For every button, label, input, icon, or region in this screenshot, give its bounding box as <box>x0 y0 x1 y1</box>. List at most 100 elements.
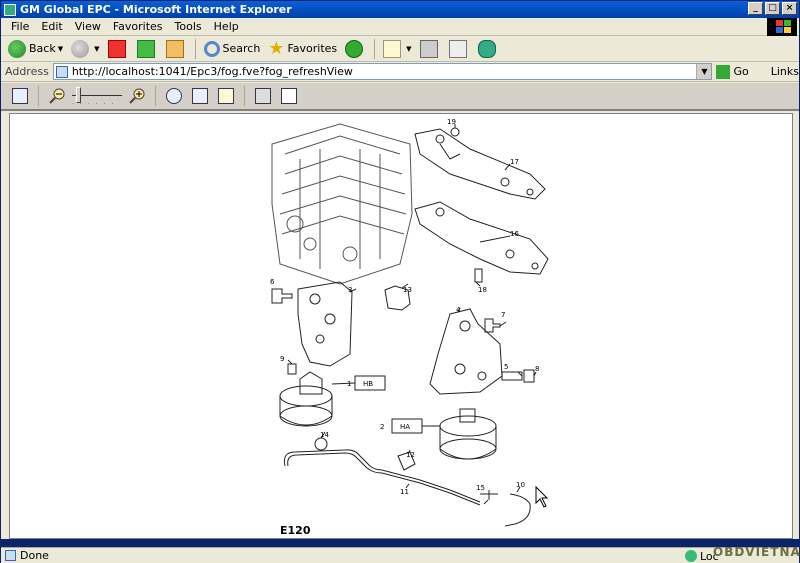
back-dropdown-icon[interactable]: ▼ <box>58 45 63 53</box>
bolt-9 <box>287 363 297 375</box>
status-page-icon <box>5 550 16 561</box>
mail-dropdown-icon[interactable]: ▼ <box>406 45 411 53</box>
zone-icon <box>685 550 697 562</box>
nut-19 <box>450 127 460 137</box>
print-icon <box>419 39 438 58</box>
forward-dropdown-icon[interactable]: ▼ <box>94 45 99 53</box>
nut-8 <box>523 369 535 383</box>
callout-14: 14 <box>320 431 329 439</box>
maximize-button[interactable]: □ <box>765 2 780 15</box>
washer-14 <box>314 437 328 451</box>
go-label: Go <box>733 65 749 78</box>
favorites-button[interactable]: ★ Favorites <box>265 38 340 60</box>
minimize-button[interactable]: _ <box>748 2 763 15</box>
menu-favorites[interactable]: Favorites <box>107 20 169 33</box>
label-ha: HA <box>400 423 410 431</box>
callout-4: 4 <box>456 306 461 314</box>
bolt-18 <box>474 268 483 283</box>
stop-button[interactable] <box>105 38 132 60</box>
title-bar[interactable]: GM Global EPC - Microsoft Internet Explo… <box>1 1 799 18</box>
messenger-icon <box>477 39 496 58</box>
go-arrow-icon <box>716 64 731 79</box>
toolbar-separator <box>374 38 376 59</box>
callout-8: 8 <box>535 365 539 373</box>
search-icon <box>203 40 220 57</box>
go-button[interactable]: Go <box>716 64 749 79</box>
pan-icon <box>166 88 182 104</box>
diagram-code: E120 <box>280 524 311 537</box>
callout-9: 9 <box>280 355 284 363</box>
edit-icon <box>448 39 467 58</box>
zoom-window-button[interactable] <box>189 85 211 107</box>
address-bar: Address http://localhost:1041/Epc3/fog.f… <box>1 62 799 82</box>
callout-3: 3 <box>348 286 352 294</box>
export-button[interactable] <box>278 85 300 107</box>
callout-2: 2 <box>380 423 384 431</box>
toolbar-separator <box>194 38 196 59</box>
menu-bar: File Edit View Favorites Tools Help <box>1 18 799 36</box>
fit-page-icon <box>12 88 28 104</box>
callout-13: 13 <box>403 286 412 294</box>
fit-page-button[interactable] <box>9 85 31 107</box>
zoom-out-button[interactable] <box>46 85 68 107</box>
frame-border <box>1 539 799 547</box>
zoom-in-button[interactable] <box>126 85 148 107</box>
mouse-cursor-icon <box>535 485 549 508</box>
print-diagram-button[interactable] <box>252 85 274 107</box>
close-button[interactable]: × <box>782 2 797 15</box>
print-button[interactable] <box>417 38 444 60</box>
bolt-6 <box>271 288 293 304</box>
callout-18: 18 <box>478 286 487 294</box>
refresh-button[interactable] <box>134 38 161 60</box>
document-icon <box>281 88 297 104</box>
zoom-region-icon <box>218 88 234 104</box>
printer-icon <box>255 88 271 104</box>
zoom-region-button[interactable] <box>215 85 237 107</box>
callout-19: 19 <box>447 118 456 126</box>
home-button[interactable] <box>163 38 190 60</box>
zoom-in-icon <box>129 88 145 104</box>
engine-bracket-3 <box>297 281 353 367</box>
messenger-button[interactable] <box>475 38 502 60</box>
search-button[interactable]: Search <box>201 38 264 60</box>
forward-button[interactable]: ▼ <box>68 38 102 60</box>
crossmember-17 <box>414 128 546 200</box>
back-arrow-icon <box>8 39 26 58</box>
callout-15: 15 <box>476 484 485 492</box>
menu-file[interactable]: File <box>5 20 35 33</box>
menu-edit[interactable]: Edit <box>35 20 68 33</box>
callout-5: 5 <box>504 363 508 371</box>
hose-10 <box>504 493 531 527</box>
toolbar-separator <box>155 86 156 106</box>
edit-button[interactable] <box>446 38 473 60</box>
mail-button[interactable]: ▼ <box>380 38 414 60</box>
watermark-text: OBDVIETNAM <box>713 545 800 559</box>
engine-mount-hb <box>279 371 333 427</box>
ie-app-icon <box>4 3 16 16</box>
zoom-thumb[interactable] <box>76 87 81 103</box>
back-button[interactable]: Back ▼ <box>5 38 66 60</box>
toolbar-separator <box>244 86 245 106</box>
media-button[interactable] <box>342 38 369 60</box>
zoom-out-icon <box>49 88 65 104</box>
address-input[interactable]: http://localhost:1041/Epc3/fog.fve?fog_r… <box>52 63 713 80</box>
callout-16: 16 <box>510 230 519 238</box>
media-icon <box>345 39 364 58</box>
menu-help[interactable]: Help <box>208 20 245 33</box>
menu-tools[interactable]: Tools <box>169 20 208 33</box>
diagram-viewport[interactable]: 19 17 16 18 6 3 13 4 7 5 8 9 1 HB 2 HA 1… <box>9 113 793 539</box>
vacuum-line-11 <box>284 449 481 503</box>
links-button[interactable]: Links <box>771 65 799 78</box>
address-dropdown-icon[interactable]: ▼ <box>696 64 712 79</box>
windows-logo-icon <box>767 18 797 36</box>
callout-7: 7 <box>501 311 505 319</box>
address-url: http://localhost:1041/Epc3/fog.fve?fog_r… <box>71 65 353 78</box>
pan-button[interactable] <box>163 85 185 107</box>
mail-icon <box>383 39 402 58</box>
callout-1: 1 <box>347 380 351 388</box>
callout-6: 6 <box>270 278 275 286</box>
toolbar-separator <box>38 86 39 106</box>
star-icon: ★ <box>268 38 285 59</box>
zoom-slider[interactable]: ...... <box>72 85 122 107</box>
menu-view[interactable]: View <box>69 20 107 33</box>
